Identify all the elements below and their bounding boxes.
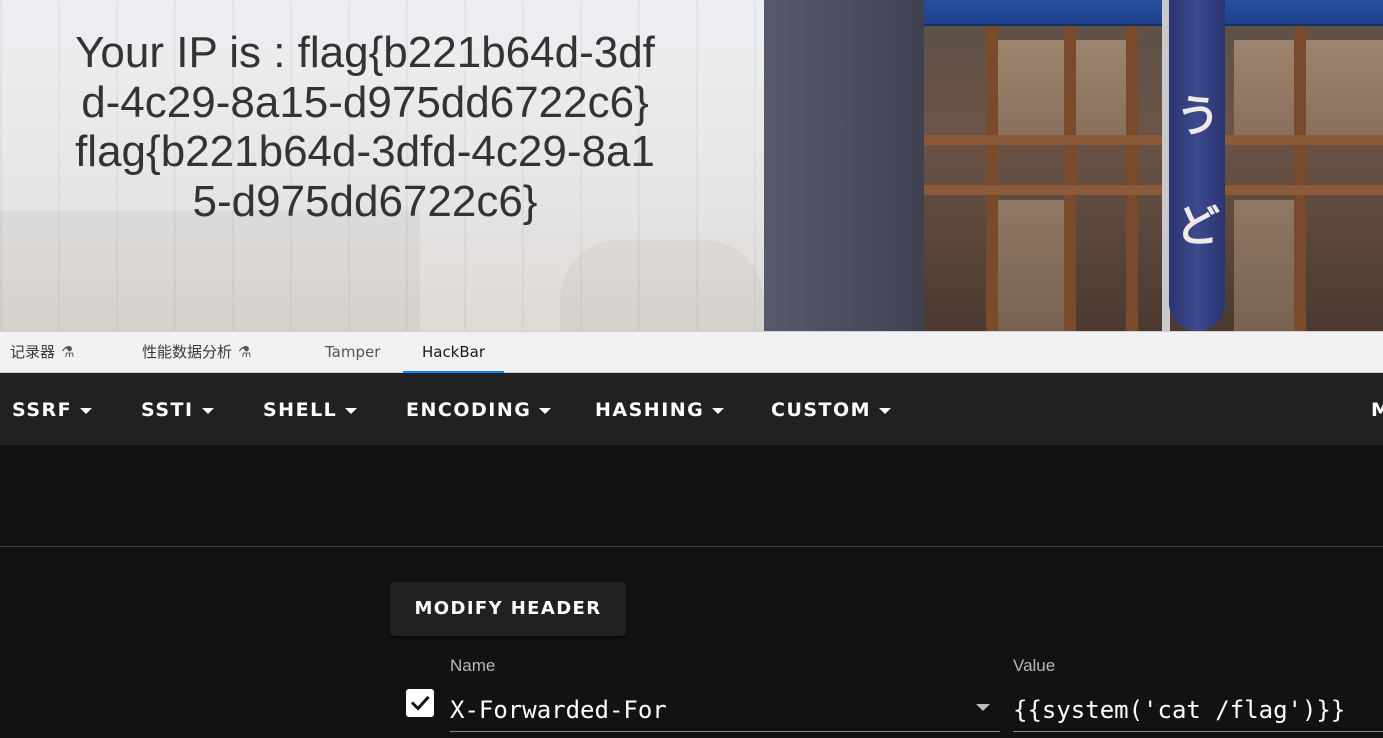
photo-window-pane: [1234, 40, 1294, 135]
menu-custom[interactable]: CUSTOM: [771, 373, 892, 445]
tab-performance-profiler[interactable]: 性能数据分析 ⚗: [126, 332, 267, 373]
menu-label: ENCODING: [406, 399, 532, 421]
menu-label: SSRF: [12, 399, 73, 421]
menu-label: CUSTOM: [771, 399, 872, 421]
photo-window-pane: [1306, 40, 1383, 135]
page-content-left: Your IP is : flag{b221b64d-3dfd-4c29-8a1…: [0, 0, 764, 331]
photo-wall: [764, 0, 924, 331]
menu-hashing[interactable]: HASHING: [595, 373, 725, 445]
caret-down-icon: [345, 407, 358, 414]
menu-label: SSTI: [141, 399, 194, 421]
header-value-input[interactable]: [1013, 688, 1383, 732]
photo-window-pane: [1076, 40, 1126, 135]
tab-hackbar[interactable]: HackBar: [403, 332, 504, 373]
tab-label: 记录器: [10, 343, 56, 361]
caret-down-icon: [712, 407, 725, 414]
devtools-tab-bar: 记录器 ⚗ 性能数据分析 ⚗ Tamper HackBar: [0, 331, 1383, 373]
header-enabled-checkbox[interactable]: [406, 689, 434, 717]
menu-label: M: [1371, 399, 1383, 421]
photo-wood-beam: [924, 185, 1383, 195]
ip-message: Your IP is : flag{b221b64d-3dfd-4c29-8a1…: [70, 28, 660, 226]
ip-line: Your IP is : flag{b221b64d-3dfd-4c29-8a1…: [75, 28, 655, 127]
tab-tamper[interactable]: Tamper: [309, 332, 396, 373]
caret-down-icon: [539, 407, 552, 414]
dropdown-arrow-icon[interactable]: [976, 704, 990, 711]
photo-window-pane: [998, 40, 1064, 135]
header-name-label: Name: [450, 656, 496, 675]
menu-overflow-clipped[interactable]: M: [1371, 373, 1383, 445]
photo-banner-glyph: ど: [1176, 201, 1220, 252]
tab-label: HackBar: [421, 343, 486, 361]
photo-nobori-banner: [1169, 0, 1225, 331]
menu-ssti[interactable]: SSTI: [141, 373, 214, 445]
background-storefront-shadow: [0, 210, 420, 331]
caret-down-icon: [80, 407, 93, 414]
ip-line: flag{b221b64d-3dfd-4c29-8a15-d975dd6722c…: [75, 127, 655, 226]
panel-divider: [0, 546, 1383, 547]
caret-down-icon: [879, 407, 892, 414]
background-wheel-shadow: [560, 240, 764, 331]
tab-label: 性能数据分析: [142, 343, 233, 361]
hackbar-toolbar: SSRF SSTI SHELL ENCODING HASHING CUSTOM …: [0, 373, 1383, 445]
photo-window-pane: [998, 200, 1064, 331]
flask-icon: ⚗: [61, 343, 75, 361]
web-page-viewport: Your IP is : flag{b221b64d-3dfd-4c29-8a1…: [0, 0, 1383, 331]
modify-header-button[interactable]: MODIFY HEADER: [390, 582, 626, 636]
tab-recorder[interactable]: 记录器 ⚗: [0, 332, 90, 373]
photo-wood-post: [1126, 26, 1138, 331]
header-name-input[interactable]: [450, 688, 1000, 732]
menu-label: HASHING: [595, 399, 705, 421]
photo-wood-post: [1064, 26, 1076, 331]
hackbar-panel: MODIFY HEADER Name Value: [0, 445, 1383, 738]
checkmark-icon: [409, 692, 431, 714]
menu-shell[interactable]: SHELL: [263, 373, 358, 445]
menu-encoding[interactable]: ENCODING: [406, 373, 552, 445]
menu-ssrf[interactable]: SSRF: [12, 373, 93, 445]
flask-icon: ⚗: [238, 343, 252, 361]
photo-wood-beam: [924, 135, 1383, 145]
photo-wood-post: [1294, 26, 1306, 331]
photo-wood-post: [986, 26, 998, 331]
menu-label: SHELL: [263, 399, 338, 421]
background-photo: う ど: [764, 0, 1383, 331]
tab-label: Tamper: [325, 343, 381, 361]
photo-window-pane: [1234, 200, 1294, 331]
photo-banner-glyph: う: [1176, 91, 1220, 142]
header-value-label: Value: [1013, 656, 1056, 675]
photo-noren-curtain: [924, 0, 1383, 26]
caret-down-icon: [201, 407, 214, 414]
